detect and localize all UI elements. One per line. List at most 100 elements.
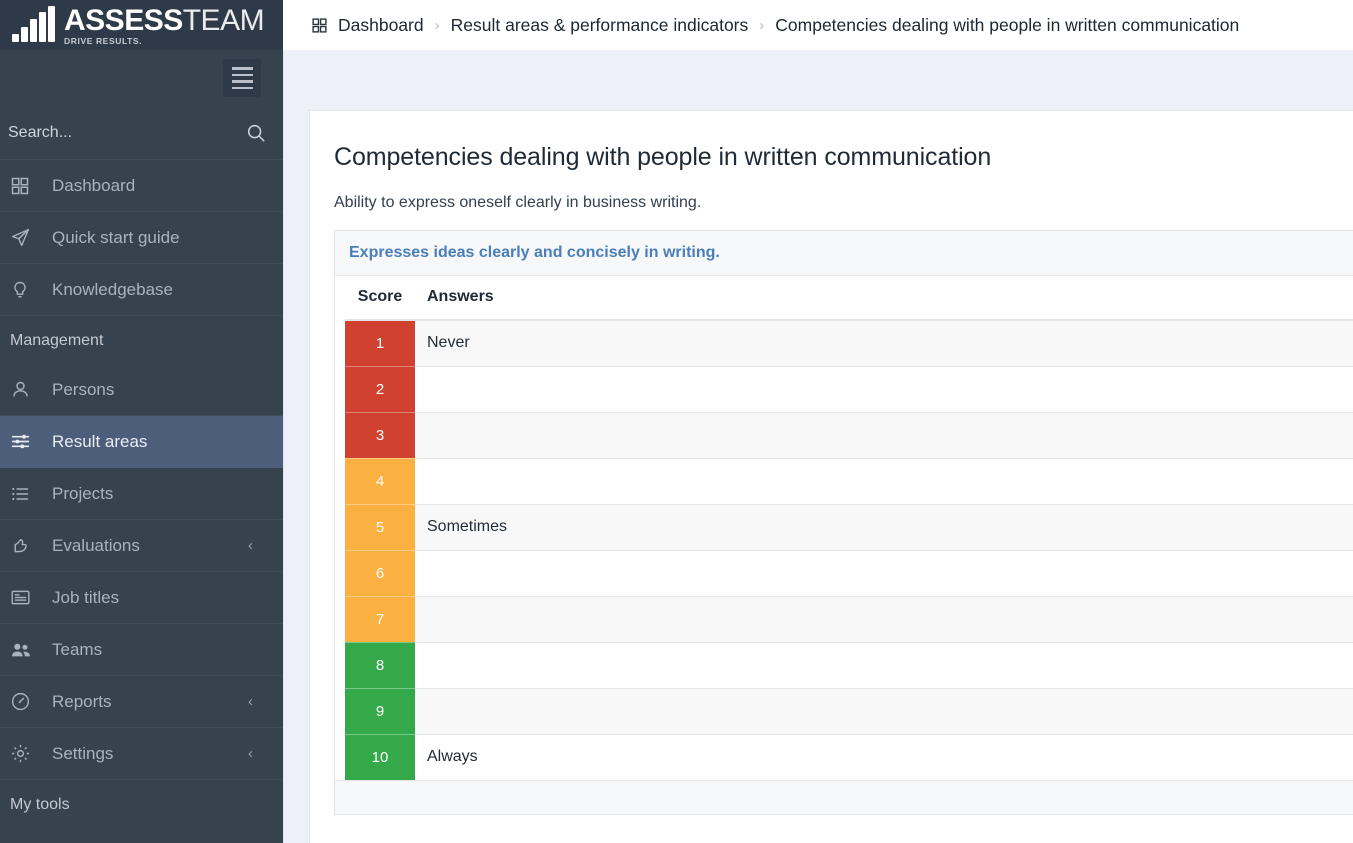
answer-cell xyxy=(415,641,1353,688)
sidebar-toggle-row xyxy=(0,50,283,106)
table-head: Score Answers xyxy=(345,276,1353,321)
sidebar-section-management: Management xyxy=(10,332,104,349)
breadcrumb-item-current: Competencies dealing with people in writ… xyxy=(775,14,1240,35)
search-input[interactable] xyxy=(8,123,208,142)
brand-name-rest: SSESS xyxy=(85,4,183,38)
indicator-panel: Expresses ideas clearly and concisely in… xyxy=(334,230,1353,815)
sidebar-item-reports[interactable]: Reports ‹ xyxy=(0,676,283,728)
table-row[interactable]: 9 xyxy=(345,687,1353,734)
page-title: Competencies dealing with people in writ… xyxy=(334,143,992,171)
sidebar-item-label: Job titles xyxy=(52,587,120,607)
score-cell: 4 xyxy=(345,457,415,504)
score-cell: 1 xyxy=(345,319,415,366)
sidebar-item-result-areas[interactable]: Result areas xyxy=(0,416,283,468)
table-row[interactable]: 6 xyxy=(345,549,1353,596)
breadcrumb-item-dashboard[interactable]: Dashboard xyxy=(338,15,424,36)
table-body: 1 Never 2 3 4 5 Sometimes 6 7 8 9 10 Alw… xyxy=(345,319,1353,780)
score-cell: 9 xyxy=(345,687,415,734)
answer-cell: Always xyxy=(415,733,1353,780)
panel-footer xyxy=(335,780,1353,814)
breadcrumb-item-result-areas[interactable]: Result areas & performance indicators xyxy=(451,15,749,36)
chevron-left-icon[interactable]: ‹ xyxy=(248,694,253,709)
table-row[interactable]: 4 xyxy=(345,457,1353,504)
sidebar-item-teams[interactable]: Teams xyxy=(0,624,283,676)
sidebar-item-label: Persons xyxy=(52,379,115,399)
sliders-icon xyxy=(10,431,40,453)
content-card: Competencies dealing with people in writ… xyxy=(309,110,1353,843)
answer-cell xyxy=(415,411,1353,458)
sidebar-item-dashboard[interactable]: Dashboard xyxy=(0,160,283,212)
logo-barchart-icon xyxy=(12,6,55,42)
sidebar-section-my-tools: My tools xyxy=(10,796,70,813)
grid-icon xyxy=(10,175,40,197)
sidebar-item-label: Quick start guide xyxy=(52,227,180,247)
sidebar-item-label: Projects xyxy=(52,483,114,503)
brand-name-bold: A xyxy=(64,4,86,38)
column-header-score: Score xyxy=(345,276,415,321)
table-header-row: Score Answers xyxy=(345,276,1353,321)
breadcrumb-separator: › xyxy=(759,16,765,34)
sidebar-item-label: Evaluations xyxy=(52,535,140,555)
brand-tagline: DRIVE RESULTS. xyxy=(64,36,143,47)
column-header-answers: Answers xyxy=(415,276,1353,321)
chevron-left-icon[interactable]: ‹ xyxy=(248,746,253,761)
sidebar-item-evaluations[interactable]: Evaluations ‹ xyxy=(0,520,283,572)
sidebar-item-label: Result areas xyxy=(52,431,148,451)
sidebar-item-label: Teams xyxy=(52,639,103,659)
thumbs-up-icon xyxy=(10,535,40,557)
score-cell: 2 xyxy=(345,365,415,412)
table-row[interactable]: 5 Sometimes xyxy=(345,503,1353,550)
sidebar-item-projects[interactable]: Projects xyxy=(0,468,283,520)
users-icon xyxy=(10,639,40,661)
sidebar-item-label: Reports xyxy=(52,691,112,711)
answer-cell xyxy=(415,595,1353,642)
sidebar-item-settings[interactable]: Settings ‹ xyxy=(0,728,283,780)
answer-cell xyxy=(415,549,1353,596)
paper-plane-icon xyxy=(10,227,40,249)
score-cell: 5 xyxy=(345,503,415,550)
gear-icon xyxy=(10,743,40,765)
answer-cell xyxy=(415,365,1353,412)
table-row[interactable]: 2 xyxy=(345,365,1353,412)
answer-cell xyxy=(415,687,1353,734)
page-description: Ability to express oneself clearly in bu… xyxy=(334,194,702,211)
hamburger-menu-icon[interactable] xyxy=(223,59,261,97)
brand-logo-bar[interactable]: ASSESSTEAM DRIVE RESULTS. xyxy=(0,0,283,50)
panel-header: Expresses ideas clearly and concisely in… xyxy=(335,231,1353,276)
brand-wordmark: ASSESSTEAM DRIVE RESULTS. xyxy=(64,4,265,47)
grid-icon xyxy=(311,17,328,34)
table-row[interactable]: 10 Always xyxy=(345,733,1353,780)
sidebar-item-label: Knowledgebase xyxy=(52,279,173,299)
table-row[interactable]: 1 Never xyxy=(345,319,1353,366)
score-cell: 7 xyxy=(345,595,415,642)
search-icon[interactable] xyxy=(245,122,267,144)
chevron-left-icon[interactable]: ‹ xyxy=(248,538,253,553)
breadcrumb: Dashboard › Result areas & performance i… xyxy=(283,0,1353,50)
answer-cell: Sometimes xyxy=(415,503,1353,550)
card-icon xyxy=(10,587,40,609)
main-content: Competencies dealing with people in writ… xyxy=(283,50,1353,843)
score-answers-table: Score Answers 1 Never 2 3 4 5 Sometimes … xyxy=(345,276,1353,780)
lightbulb-icon xyxy=(10,279,40,301)
sidebar-item-persons[interactable]: Persons xyxy=(0,364,283,416)
sidebar-item-quick-start-guide[interactable]: Quick start guide xyxy=(0,212,283,264)
brand-name-team: TEAM xyxy=(182,4,265,38)
panel-body: Score Answers 1 Never 2 3 4 5 Sometimes … xyxy=(335,276,1353,780)
score-cell: 8 xyxy=(345,641,415,688)
breadcrumb-separator: › xyxy=(434,16,440,34)
answer-cell: Never xyxy=(415,319,1353,366)
person-icon xyxy=(10,379,40,401)
sidebar-item-job-titles[interactable]: Job titles xyxy=(0,572,283,624)
sidebar-item-label: Settings xyxy=(52,743,114,763)
table-row[interactable]: 7 xyxy=(345,595,1353,642)
score-cell: 10 xyxy=(345,733,415,780)
table-row[interactable]: 3 xyxy=(345,411,1353,458)
table-row[interactable]: 8 xyxy=(345,641,1353,688)
panel-title: Expresses ideas clearly and concisely in… xyxy=(349,244,720,261)
answer-cell xyxy=(415,457,1353,504)
sidebar-item-knowledgebase[interactable]: Knowledgebase xyxy=(0,264,283,316)
list-icon xyxy=(10,483,40,505)
score-cell: 3 xyxy=(345,411,415,458)
sidebar: Dashboard Quick start guide Knowledgebas… xyxy=(0,50,283,843)
sidebar-search[interactable] xyxy=(0,106,283,160)
